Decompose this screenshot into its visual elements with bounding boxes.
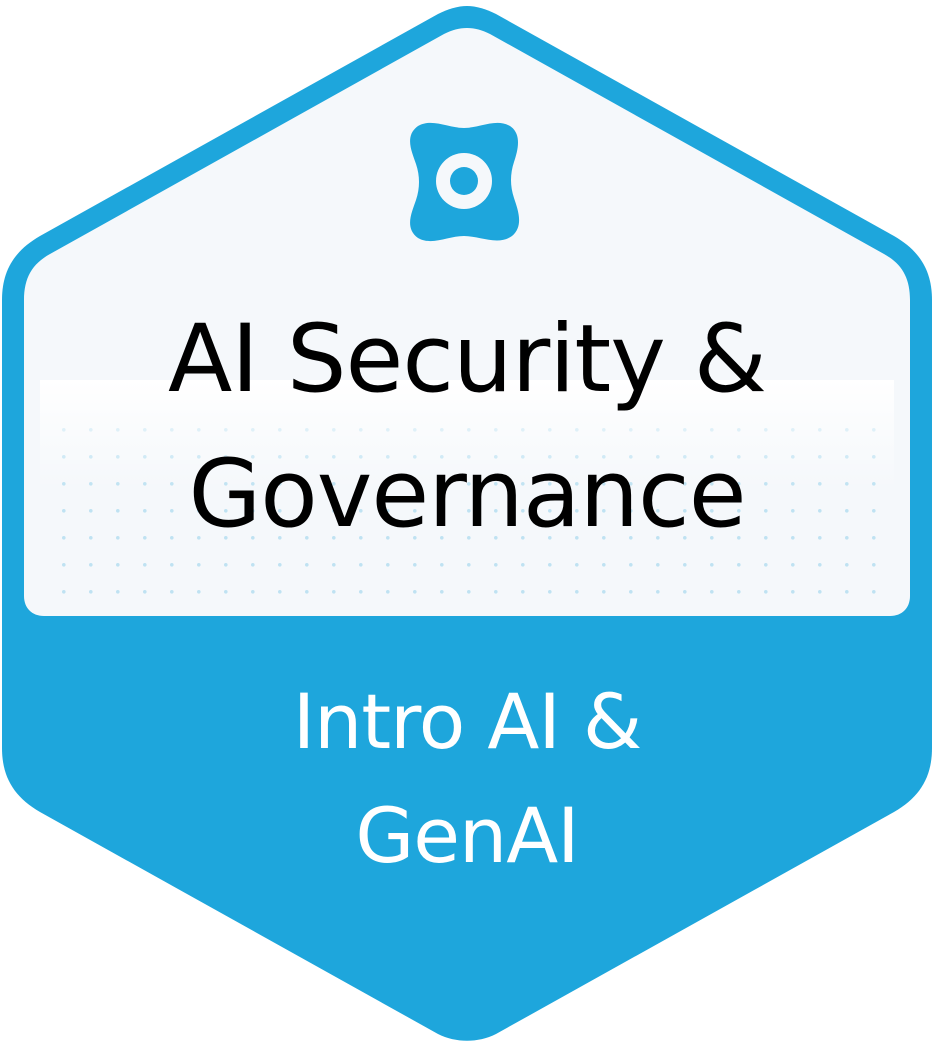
badge-title-line-1: AI Security & xyxy=(167,305,767,414)
badge-subtitle-line-2: GenAI xyxy=(355,791,579,880)
badge-title-line-2: Governance xyxy=(188,440,746,549)
badge-subtitle-line-1: Intro AI & xyxy=(292,677,642,766)
target-emblem-icon xyxy=(410,122,520,242)
